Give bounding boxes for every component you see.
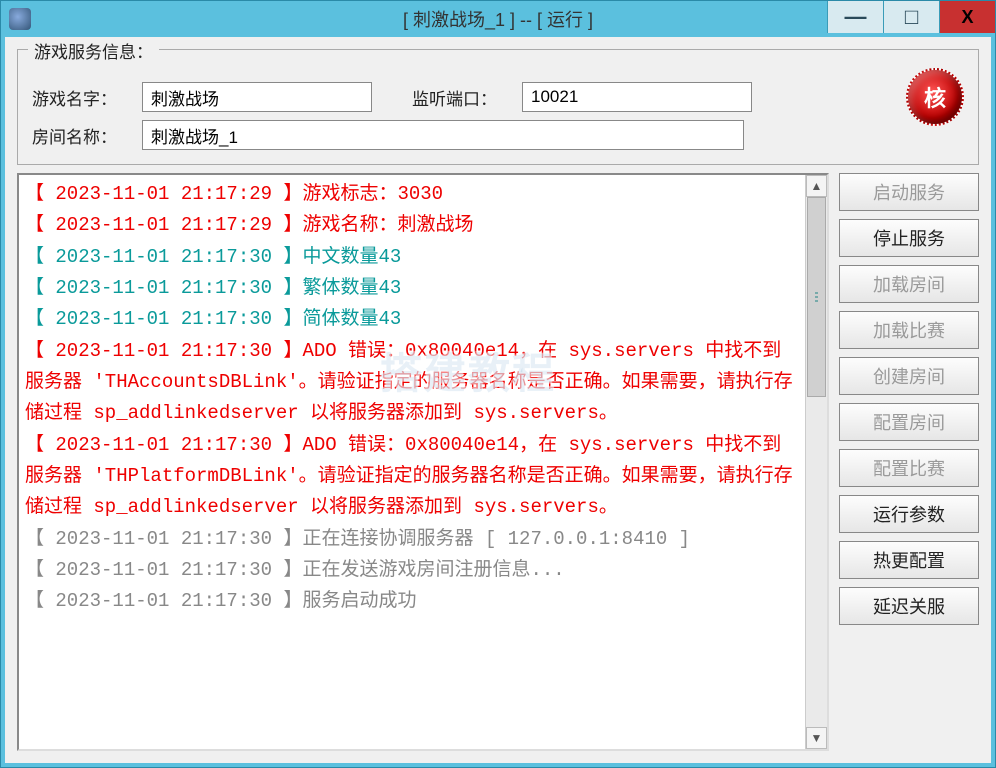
client-area: 游戏服务信息： 游戏名字： 监听端口： 核 房间名称： 【 2023-11-01	[5, 37, 991, 763]
delay-close-button[interactable]: 延迟关服	[839, 587, 979, 625]
window-title: [ 刺激战场_1 ] -- [ 运行 ]	[403, 6, 593, 32]
game-name-label: 游戏名字：	[32, 85, 132, 110]
stop-service-button[interactable]: 停止服务	[839, 219, 979, 257]
server-info-group: 游戏服务信息： 游戏名字： 监听端口： 核 房间名称：	[17, 49, 979, 165]
close-button[interactable]: X	[939, 1, 995, 33]
log-line: 【 2023-11-01 21:17:29 】游戏名称：刺激战场	[25, 210, 799, 241]
minimize-button[interactable]: —	[827, 1, 883, 33]
scroll-down-button[interactable]: ▼	[806, 727, 827, 749]
load-match-button[interactable]: 加载比赛	[839, 311, 979, 349]
vertical-scrollbar[interactable]: ▲ ▼	[805, 175, 827, 749]
create-room-button[interactable]: 创建房间	[839, 357, 979, 395]
config-room-button[interactable]: 配置房间	[839, 403, 979, 441]
maximize-button[interactable]: □	[883, 1, 939, 33]
listen-port-label: 监听端口：	[412, 85, 512, 110]
scroll-track[interactable]	[806, 197, 827, 727]
log-line: 【 2023-11-01 21:17:30 】正在发送游戏房间注册信息...	[25, 555, 799, 586]
log-content[interactable]: 【 2023-11-01 21:17:29 】游戏标志：3030【 2023-1…	[19, 175, 805, 749]
log-line: 【 2023-11-01 21:17:30 】简体数量43	[25, 304, 799, 335]
room-name-input[interactable]	[142, 120, 744, 150]
form-rows: 游戏名字： 监听端口： 核 房间名称：	[32, 68, 964, 150]
group-legend: 游戏服务信息：	[28, 38, 159, 63]
log-panel: 【 2023-11-01 21:17:29 】游戏标志：3030【 2023-1…	[17, 173, 829, 751]
log-line: 【 2023-11-01 21:17:30 】繁体数量43	[25, 273, 799, 304]
run-params-button[interactable]: 运行参数	[839, 495, 979, 533]
app-window: [ 刺激战场_1 ] -- [ 运行 ] — □ X 游戏服务信息： 游戏名字：…	[0, 0, 996, 768]
button-column: 启动服务 停止服务 加载房间 加载比赛 创建房间 配置房间 配置比赛 运行参数 …	[839, 173, 979, 751]
log-line: 【 2023-11-01 21:17:30 】中文数量43	[25, 242, 799, 273]
game-name-input[interactable]	[142, 82, 372, 112]
config-match-button[interactable]: 配置比赛	[839, 449, 979, 487]
log-line: 【 2023-11-01 21:17:30 】正在连接协调服务器 [ 127.0…	[25, 524, 799, 555]
listen-port-input[interactable]	[522, 82, 752, 112]
log-line: 【 2023-11-01 21:17:30 】服务启动成功	[25, 586, 799, 617]
titlebar[interactable]: [ 刺激战场_1 ] -- [ 运行 ] — □ X	[1, 1, 995, 37]
start-service-button[interactable]: 启动服务	[839, 173, 979, 211]
room-name-label: 房间名称：	[32, 123, 132, 148]
window-controls: — □ X	[827, 1, 995, 37]
form-row-2: 房间名称：	[32, 120, 964, 150]
load-room-button[interactable]: 加载房间	[839, 265, 979, 303]
app-icon	[9, 8, 31, 30]
scroll-up-button[interactable]: ▲	[806, 175, 827, 197]
form-row-1: 游戏名字： 监听端口： 核	[32, 68, 964, 126]
scroll-thumb[interactable]	[807, 197, 826, 397]
casino-chip-icon: 核	[906, 68, 964, 126]
main-area: 【 2023-11-01 21:17:29 】游戏标志：3030【 2023-1…	[17, 173, 979, 751]
hot-config-button[interactable]: 热更配置	[839, 541, 979, 579]
log-line: 【 2023-11-01 21:17:30 】ADO 错误：0x80040e14…	[25, 430, 799, 524]
log-line: 【 2023-11-01 21:17:30 】ADO 错误：0x80040e14…	[25, 336, 799, 430]
log-line: 【 2023-11-01 21:17:29 】游戏标志：3030	[25, 179, 799, 210]
titlebar-left	[9, 8, 31, 30]
